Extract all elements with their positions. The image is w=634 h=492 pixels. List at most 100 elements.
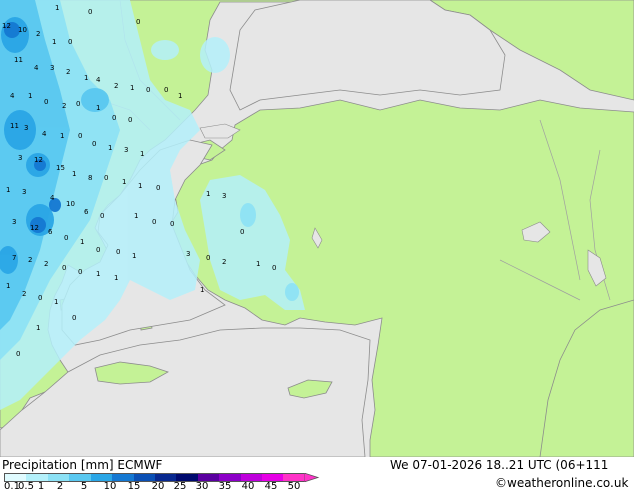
precip-value: 0 — [96, 246, 100, 254]
precip-value: 1 — [206, 190, 210, 198]
precip-value: 3 — [186, 250, 190, 258]
colorbar-segment — [133, 474, 155, 481]
precip-value: 0 — [68, 38, 72, 46]
colorbar-label: 1 — [37, 481, 45, 492]
colorbar-segment — [90, 474, 113, 481]
precip-value: 0 — [100, 212, 104, 220]
colorbar-label: 25 — [173, 481, 187, 492]
precip-value: 0 — [116, 248, 120, 256]
colorbar-segment — [69, 474, 91, 481]
precip-value: 11 — [14, 56, 23, 64]
colorbar-label: 45 — [264, 481, 278, 492]
precip-value: 3 — [50, 64, 54, 72]
precip-value: 2 — [62, 102, 66, 110]
precip-value: 0 — [206, 254, 210, 262]
colorbar-label: 0.5 — [18, 481, 34, 492]
precip-value: 0 — [16, 350, 20, 358]
colorbar-segment — [26, 474, 48, 481]
precip-value: 1 — [55, 4, 59, 12]
precip-value: 1 — [96, 270, 100, 278]
precip-value: 0 — [44, 98, 48, 106]
precip-value: 0 — [78, 268, 82, 276]
precipitation-map: 12 10 2 1 0 0 1 0 11 4 3 2 1 4 2 1 0 0 1 4 1 0 2 0 1 0 0 11 3 4 1 0 0 1 3 1… — [0, 0, 634, 458]
colorbar-segment — [197, 474, 220, 481]
precip-value: 10 — [18, 26, 27, 34]
precip-value: 2 — [222, 258, 226, 266]
precip-value: 1 — [256, 260, 260, 268]
precip-value: 4 — [96, 76, 101, 84]
colorbar-segment — [262, 474, 284, 481]
precip-value: 0 — [156, 184, 160, 192]
precip-value: 1 — [84, 74, 88, 82]
colorbar-segment — [283, 474, 305, 481]
precip-value: 1 — [52, 38, 56, 46]
precip-value: 2 — [44, 260, 48, 268]
precip-value: 0 — [64, 234, 68, 242]
precip-value: 1 — [108, 144, 112, 152]
precip-value: 6 — [84, 208, 89, 216]
precip-value: 1 — [122, 178, 126, 186]
colorbar-segment — [5, 474, 27, 481]
precip-value: 0 — [112, 114, 116, 122]
precip-value: 3 — [18, 154, 22, 162]
precip-value: 4 — [34, 64, 39, 72]
colorbar-segment — [154, 474, 177, 481]
colorbar-segment — [176, 474, 198, 481]
precip-value: 3 — [222, 192, 226, 200]
precip-value: 0 — [164, 86, 168, 94]
precip-value: 2 — [66, 68, 70, 76]
colorbar-arrow — [304, 473, 320, 482]
precip-value: 7 — [12, 254, 16, 262]
precip-value: 1 — [132, 252, 136, 260]
precip-value: 0 — [72, 314, 76, 322]
precip-value: 1 — [6, 186, 10, 194]
precip-value: 0 — [128, 116, 132, 124]
precip-value: 0 — [146, 86, 150, 94]
precip-value: 1 — [80, 238, 84, 246]
precip-value: 8 — [88, 174, 92, 182]
precip-value: 1 — [140, 150, 144, 158]
precip-value: 1 — [54, 298, 58, 306]
precip-value: 1 — [6, 282, 10, 290]
precip-value: 3 — [124, 146, 128, 154]
precip-value: 0 — [92, 140, 96, 148]
precip-value: 0 — [170, 220, 174, 228]
precip-value: 4 — [42, 130, 47, 138]
colorbar-label: 5 — [80, 481, 88, 492]
colorbar-segment — [112, 474, 134, 481]
colorbar-segment — [47, 474, 70, 481]
precip-value: 4 — [50, 194, 55, 202]
precip-value: 1 — [130, 84, 134, 92]
precip-value: 10 — [66, 200, 75, 208]
precip-value: 1 — [28, 92, 32, 100]
precip-value: 2 — [22, 290, 26, 298]
precip-value: 0 — [38, 294, 42, 302]
precip-value: 1 — [36, 324, 40, 332]
colorbar-label: 35 — [218, 481, 232, 492]
precip-value: 0 — [104, 174, 108, 182]
precip-value: 0 — [152, 218, 156, 226]
precip-value: 1 — [96, 104, 100, 112]
precip-value: 1 — [60, 132, 64, 140]
precip-value: 2 — [114, 82, 118, 90]
colorbar-label: 40 — [241, 481, 255, 492]
precip-value: 0 — [78, 132, 82, 140]
footer: Precipitation [mm] ECMWF We 07-01-2026 1… — [0, 457, 634, 492]
black-sea — [229, 0, 506, 111]
precip-value: 1 — [72, 170, 76, 178]
credit: ©weatheronline.co.uk — [495, 476, 629, 490]
precip-value: 4 — [10, 92, 15, 100]
colorbar-label: 2 — [56, 481, 64, 492]
precip-value: 2 — [36, 30, 40, 38]
colorbar-label: 15 — [127, 481, 141, 492]
precip-value: 1 — [200, 286, 204, 294]
colorbar-label: 50 — [287, 481, 301, 492]
colorbar-segment — [240, 474, 263, 481]
legend-title: Precipitation [mm] ECMWF — [2, 458, 163, 472]
colorbar-segment — [219, 474, 241, 481]
precip-value: 3 — [24, 124, 28, 132]
precip-value: 0 — [240, 228, 244, 236]
colorbar-label: 20 — [151, 481, 165, 492]
precip-value: 1 — [134, 212, 138, 220]
precip-value: 0 — [62, 264, 66, 272]
